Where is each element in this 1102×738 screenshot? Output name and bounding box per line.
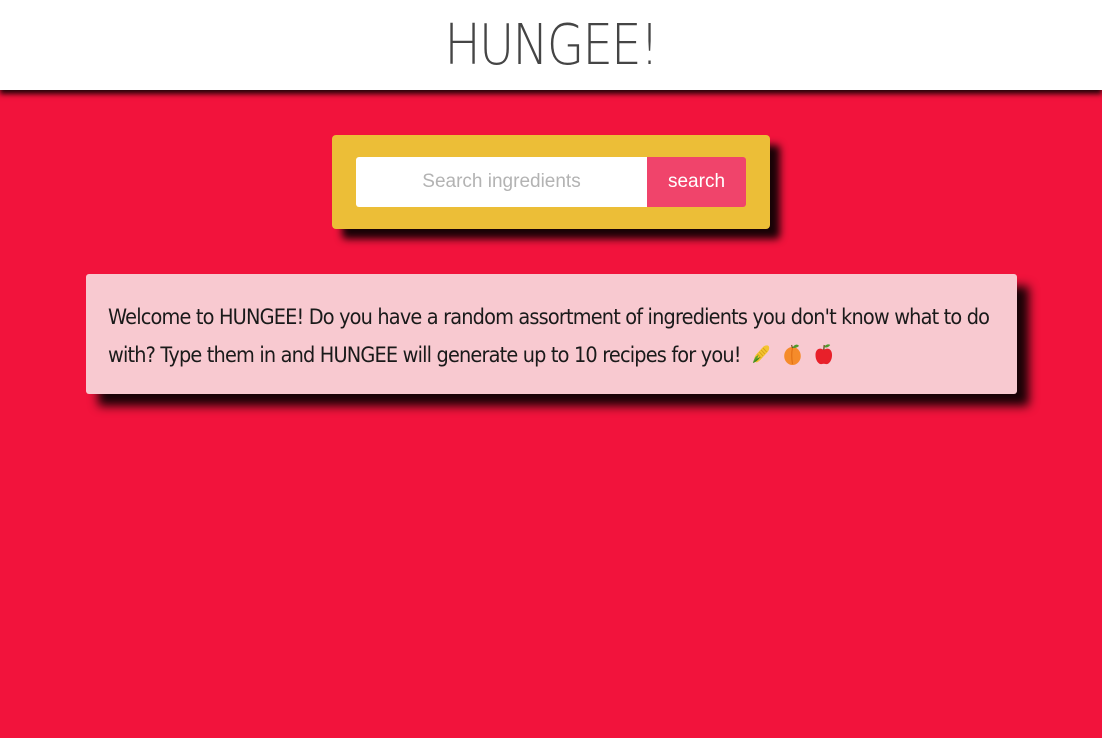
- welcome-paragraph: Welcome to HUNGEE! Do you have a random …: [108, 298, 991, 374]
- site-header: HUNGEE!: [0, 0, 1102, 90]
- peach-icon: [783, 344, 801, 365]
- apple-icon: [815, 344, 832, 365]
- search-input[interactable]: [356, 157, 647, 207]
- search-button[interactable]: search: [647, 157, 746, 207]
- site-title: HUNGEE!: [444, 13, 660, 78]
- corn-icon: [752, 345, 769, 363]
- welcome-card: Welcome to HUNGEE! Do you have a random …: [86, 274, 1017, 394]
- search-panel: search: [332, 135, 770, 229]
- welcome-message: Welcome to HUNGEE! Do you have a random …: [108, 305, 990, 367]
